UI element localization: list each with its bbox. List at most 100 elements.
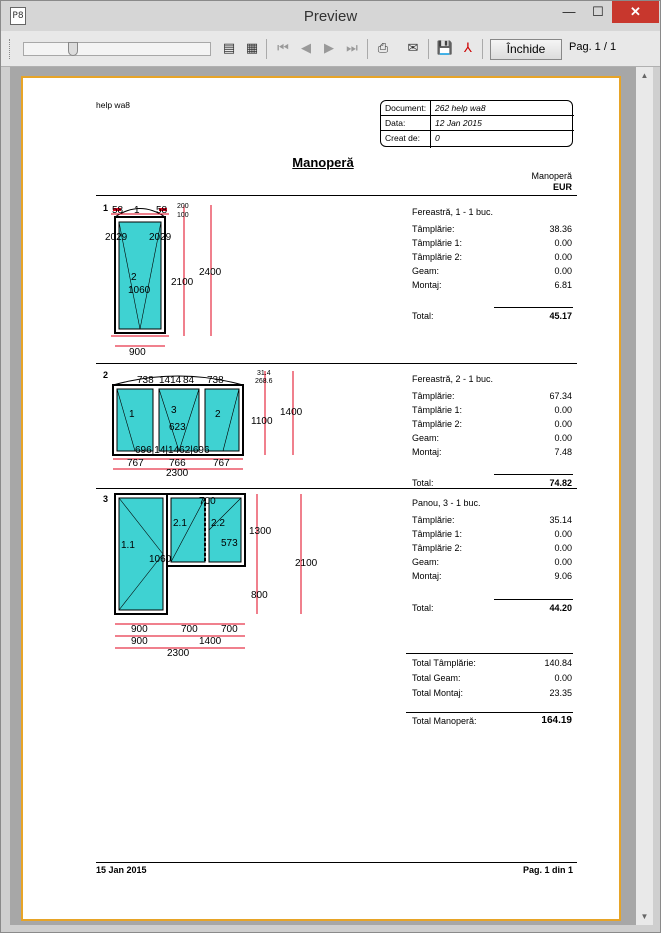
line-label: Tâmplărie: — [412, 515, 455, 525]
line-value: 0.00 — [554, 557, 572, 567]
line-value: 0.00 — [554, 543, 572, 553]
close-window-icon[interactable]: ✕ — [612, 1, 659, 23]
currency-label: EUR — [552, 182, 572, 192]
dim-label: 2300 — [167, 648, 190, 659]
title-bar[interactable]: P8 Preview — ☐ ✕ — [1, 1, 660, 31]
dim-label: 200 — [177, 203, 189, 210]
dim-label: 738 — [137, 375, 154, 386]
page-width-icon[interactable]: ▤ — [220, 40, 238, 58]
window-drawing-1: 58 1 58 200 100 2029 2029 2 1060 2100 24… — [105, 203, 221, 358]
pdf-icon[interactable]: ⅄ — [459, 40, 477, 58]
summary-value: 140.84 — [544, 658, 572, 668]
grand-total-label: Total Manoperă: — [412, 716, 477, 726]
sash-label: 2.2 — [211, 518, 225, 529]
zoom-slider-thumb[interactable] — [68, 42, 78, 56]
line-label: Montaj: — [412, 280, 442, 290]
total-value: 74.82 — [549, 478, 572, 488]
grand-total-value: 164.19 — [541, 715, 572, 726]
item-title: Fereastră, 2 - 1 buc. — [412, 374, 494, 384]
report-heading: Manoperă — [292, 155, 354, 170]
line-label: Geam: — [412, 433, 440, 443]
item-title: Fereastră, 1 - 1 buc. — [412, 207, 494, 217]
dim-label: 58 — [156, 205, 168, 216]
line-label: Geam: — [412, 266, 440, 276]
dim-label: 1414 — [159, 375, 182, 386]
info-value: 262 help wa8 — [435, 103, 486, 113]
dim-label: 1 — [134, 205, 140, 216]
save-icon[interactable]: 💾 — [436, 40, 454, 58]
dim-label: 58 — [112, 205, 124, 216]
last-page-icon[interactable]: ⏭ — [343, 40, 361, 58]
sash-label: 2.1 — [173, 518, 187, 529]
report-page: help wa8 Document: 262 help wa8 Data: 12… — [21, 76, 621, 921]
scroll-down-icon[interactable]: ▼ — [636, 908, 653, 925]
zoom-slider[interactable] — [23, 42, 211, 56]
dim-label: 1100 — [251, 416, 273, 427]
total-value: 44.20 — [549, 603, 572, 613]
email-icon[interactable]: ✉ — [404, 40, 422, 58]
divider — [406, 712, 573, 713]
separator — [482, 39, 483, 59]
sash-label: 2 — [131, 272, 137, 283]
sash-label: 3 — [171, 405, 177, 416]
total-label: Total: — [412, 311, 434, 321]
line-label: Tâmplărie 1: — [412, 405, 463, 415]
info-label: Data: — [385, 118, 406, 128]
total-label: Total: — [412, 478, 434, 488]
dim-label: 1400 — [280, 407, 303, 418]
footer-date: 15 Jan 2015 — [96, 865, 147, 875]
info-box: Document: 262 help wa8 Data: 12 Jan 2015… — [380, 100, 574, 148]
footer-page: Pag. 1 din 1 — [522, 865, 573, 875]
dim-label: 700 — [181, 624, 198, 635]
line-value: 0.00 — [554, 419, 572, 429]
maximize-icon[interactable]: ☐ — [584, 1, 612, 23]
line-value: 9.06 — [554, 571, 572, 581]
dim-label: 900 — [131, 624, 148, 635]
divider — [96, 363, 577, 364]
dim-label: 1400 — [199, 636, 222, 647]
print-icon[interactable]: ⎙ — [374, 40, 392, 58]
dim-label: 84 — [183, 375, 195, 386]
dim-label: 738 — [207, 375, 224, 386]
divider — [96, 195, 577, 196]
toolbar-grip — [9, 39, 12, 59]
vertical-scrollbar[interactable]: ▲ ▼ — [636, 67, 653, 925]
dim-label: 2400 — [199, 267, 221, 278]
divider — [96, 488, 577, 489]
sash-label: 1.1 — [121, 540, 135, 551]
line-value: 67.34 — [549, 391, 572, 401]
dim-label: 900 — [131, 636, 148, 647]
dim-label: 767 — [213, 458, 230, 469]
line-label: Tâmplărie: — [412, 224, 455, 234]
separator — [266, 39, 267, 59]
divider — [494, 474, 573, 475]
line-value: 0.00 — [554, 238, 572, 248]
scroll-up-icon[interactable]: ▲ — [636, 67, 653, 84]
divider — [494, 307, 573, 308]
line-value: 0.00 — [554, 252, 572, 262]
divider — [96, 862, 577, 863]
toolbar: ▤ ▦ ⏮ ◀ ▶ ⏭ ⎙ ✉ 💾 ⅄ Închide Pag. 1 / 1 — [1, 31, 660, 67]
prev-page-icon[interactable]: ◀ — [297, 40, 315, 58]
info-label: Creat de: — [385, 133, 420, 143]
summary-value: 0.00 — [554, 673, 572, 683]
summary-label: Total Tâmplărie: — [412, 658, 476, 668]
item-title: Panou, 3 - 1 buc. — [412, 498, 481, 508]
whole-page-icon[interactable]: ▦ — [243, 40, 261, 58]
line-value: 0.00 — [554, 433, 572, 443]
info-value: 0 — [435, 133, 440, 143]
line-label: Montaj: — [412, 571, 442, 581]
close-button[interactable]: Închide — [490, 39, 562, 60]
next-page-icon[interactable]: ▶ — [320, 40, 338, 58]
minimize-icon[interactable]: — — [554, 1, 584, 23]
total-value: 45.17 — [549, 311, 572, 321]
dim-label: 1060 — [149, 554, 172, 565]
page-indicator: Pag. 1 / 1 — [569, 41, 617, 53]
line-label: Montaj: — [412, 447, 442, 457]
dim-label: 1060 — [128, 285, 151, 296]
info-label: Document: — [385, 103, 427, 113]
first-page-icon[interactable]: ⏮ — [274, 40, 292, 58]
separator — [367, 39, 368, 59]
line-label: Geam: — [412, 557, 440, 567]
window-drawing-3: 700 1.1 2.1 2.2 1060 573 1300 800 2100 9… — [114, 493, 317, 659]
